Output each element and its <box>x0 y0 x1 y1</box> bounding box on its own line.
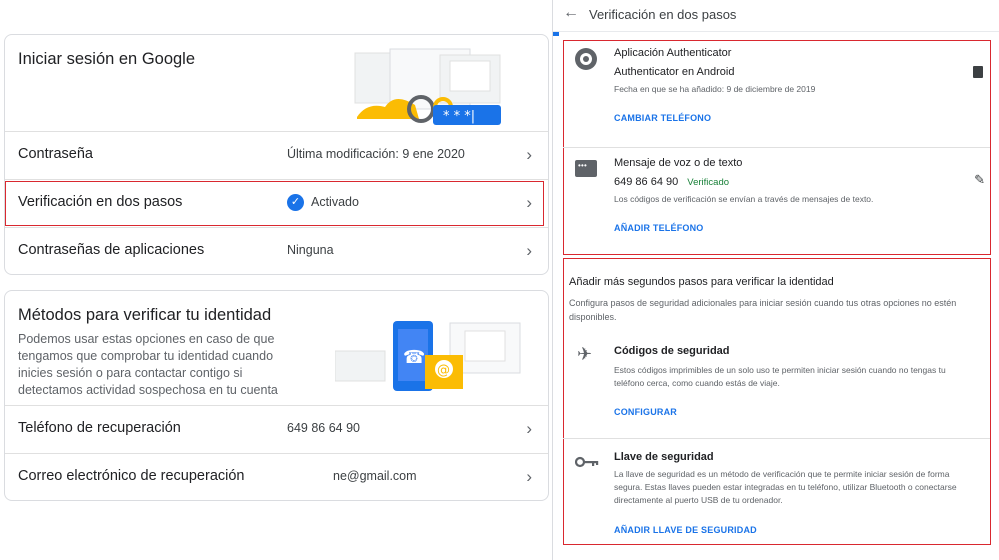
authenticator-subtitle: Authenticator en Android <box>614 66 735 78</box>
pencil-icon[interactable]: ✎ <box>974 172 985 188</box>
voice-text-section: Mensaje de voz o de texto 649 86 64 90 V… <box>563 148 991 254</box>
authenticator-section: Aplicación Authenticator Authenticator e… <box>563 40 991 146</box>
arrow-left-icon[interactable]: ← <box>563 4 579 22</box>
svg-text:* * *|: * * *| <box>443 109 475 124</box>
verified-badge: Verificado <box>687 177 730 188</box>
add-phone-link[interactable]: AÑADIR TELÉFONO <box>614 223 704 233</box>
chevron-right-icon: › <box>526 419 532 438</box>
right-header-title: Verificación en dos pasos <box>589 7 737 22</box>
authenticator-app-icon <box>575 48 597 70</box>
divider <box>563 438 990 439</box>
signin-card-title: Iniciar sesión en Google <box>18 50 196 68</box>
voice-phone: 649 86 64 90 <box>614 176 679 188</box>
key-icon <box>575 456 599 468</box>
app-passwords-row[interactable]: Contraseñas de aplicaciones Ninguna › <box>5 227 548 275</box>
recovery-phone-value: 649 86 64 90 <box>287 421 360 435</box>
recovery-email-label: Correo electrónico de recuperación <box>18 468 245 484</box>
password-label: Contraseña <box>18 146 93 162</box>
svg-text:☎: ☎ <box>403 347 425 368</box>
identity-card: Métodos para verificar tu identidad Pode… <box>4 290 549 501</box>
recovery-phone-row[interactable]: Teléfono de recuperación 649 86 64 90 › <box>5 405 548 453</box>
recovery-phone-label: Teléfono de recuperación <box>18 420 181 436</box>
security-codes-description: Estos códigos imprimibles de un solo uso… <box>614 365 946 388</box>
signin-illustration: * * *| <box>354 48 501 125</box>
change-phone-link[interactable]: CAMBIAR TELÉFONO <box>614 113 711 123</box>
security-codes-section: ✈ Códigos de seguridad Estos códigos imp… <box>563 334 991 434</box>
chevron-right-icon: › <box>526 241 532 260</box>
password-value: Última modificación: 9 ene 2020 <box>287 147 465 161</box>
identity-description: Podemos usar estas opciones en caso de q… <box>18 332 278 397</box>
voice-note: Los códigos de verificación se envían a … <box>614 194 874 204</box>
app-passwords-value: Ninguna <box>287 243 334 257</box>
password-row[interactable]: Contraseña Última modificación: 9 ene 20… <box>5 131 548 179</box>
add-security-key-link[interactable]: AÑADIR LLAVE DE SEGURIDAD <box>614 525 757 535</box>
configure-link[interactable]: CONFIGURAR <box>614 407 677 417</box>
security-key-section: Llave de seguridad La llave de seguridad… <box>563 440 991 545</box>
more-steps-description: Configura pasos de seguridad adicionales… <box>569 298 957 322</box>
recovery-email-value: ne@gmail.com <box>333 469 417 483</box>
chevron-right-icon: › <box>526 467 532 486</box>
security-key-title: Llave de seguridad <box>614 451 714 463</box>
security-codes-title: Códigos de seguridad <box>614 345 730 357</box>
more-steps-section: Añadir más segundos pasos para verificar… <box>563 270 991 330</box>
airplane-icon: ✈ <box>577 344 593 364</box>
voice-text-title: Mensaje de voz o de texto <box>614 157 743 169</box>
chevron-right-icon: › <box>526 145 532 164</box>
right-panel: ← Verificación en dos pasos Aplicación A… <box>552 0 999 560</box>
more-steps-title: Añadir más segundos pasos para verificar… <box>569 276 834 288</box>
app-passwords-label: Contraseñas de aplicaciones <box>18 242 205 258</box>
message-icon <box>575 160 597 177</box>
recovery-email-row[interactable]: Correo electrónico de recuperación ne@gm… <box>5 453 548 501</box>
svg-text:@: @ <box>437 363 450 378</box>
signin-card: Iniciar sesión en Google * * *| Contrase… <box>4 34 549 275</box>
security-key-description: La llave de seguridad es un método de ve… <box>614 469 957 505</box>
progress-indicator <box>553 32 559 36</box>
right-header: ← Verificación en dos pasos <box>553 0 999 32</box>
authenticator-date: Fecha en que se ha añadido: 9 de diciemb… <box>614 84 816 94</box>
trash-icon[interactable] <box>973 66 983 78</box>
identity-card-title: Métodos para verificar tu identidad <box>18 306 272 324</box>
identity-illustration: ☎ @ <box>335 321 521 391</box>
left-panel: Iniciar sesión en Google * * *| Contrase… <box>0 0 552 560</box>
authenticator-title: Aplicación Authenticator <box>614 47 732 59</box>
two-step-highlight <box>5 181 544 226</box>
